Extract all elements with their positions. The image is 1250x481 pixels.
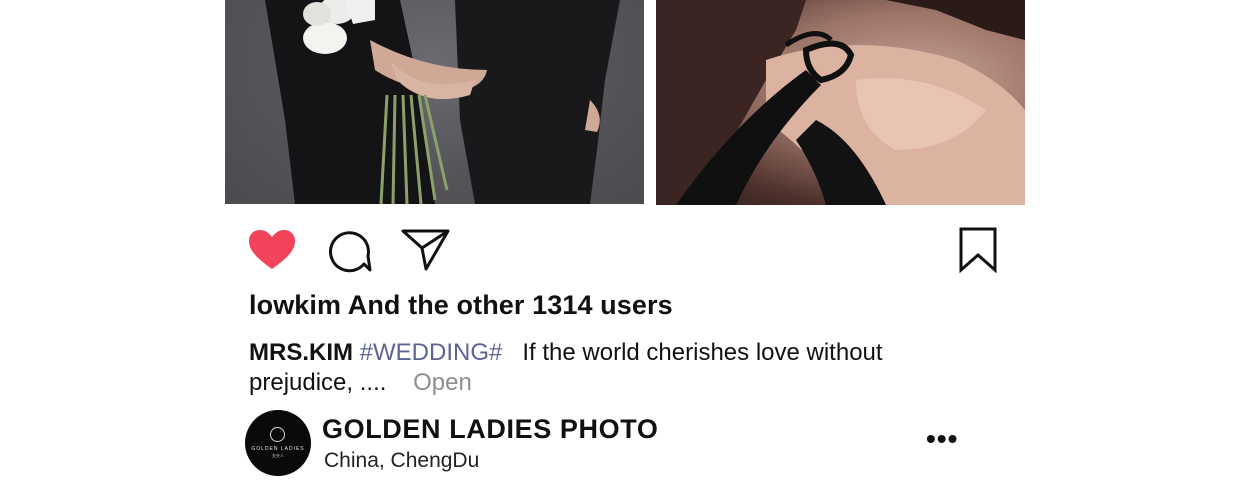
post-photo-couple[interactable] xyxy=(225,0,644,204)
comment-icon[interactable] xyxy=(326,228,372,274)
instagram-post: lowkim And the other 1314 users MRS.KIM … xyxy=(0,0,1250,481)
avatar-brand-text: GOLDEN LADIES xyxy=(251,446,305,452)
avatar-brand-subtext: 金夫人 xyxy=(272,453,284,458)
bookmark-icon[interactable] xyxy=(958,227,998,273)
brand-logo-icon xyxy=(270,427,285,442)
account-name[interactable]: GOLDEN LADIES PHOTO xyxy=(322,414,658,445)
location-country: China xyxy=(324,449,379,472)
more-options-button[interactable]: ••• xyxy=(926,425,958,453)
likes-summary[interactable]: lowkim And the other 1314 users xyxy=(249,290,673,321)
caption-hashtag[interactable]: #WEDDING# xyxy=(360,339,503,366)
heart-icon[interactable] xyxy=(248,229,296,271)
post-caption: MRS.KIM #WEDDING# If the world cherishes… xyxy=(249,338,949,398)
send-icon[interactable] xyxy=(401,228,451,272)
avatar[interactable]: GOLDEN LADIES 金夫人 xyxy=(245,410,311,476)
caption-username[interactable]: MRS.KIM xyxy=(249,339,353,366)
location-city: ChengDu xyxy=(390,449,480,472)
caption-open-link[interactable]: Open xyxy=(413,369,472,396)
post-photo-shoulder[interactable] xyxy=(656,0,1025,205)
account-location: China, ChengDu xyxy=(324,449,480,472)
photo-couple-illustration xyxy=(265,0,620,204)
photo-shoulder-illustration xyxy=(656,0,1025,205)
